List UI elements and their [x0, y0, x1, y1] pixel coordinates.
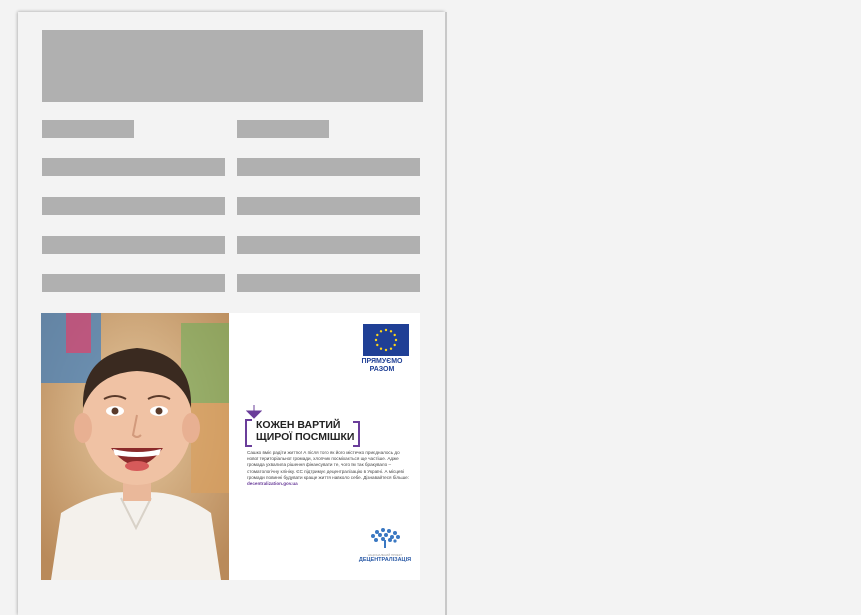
text-placeholder-col2-row1	[237, 120, 329, 138]
arrow-down-icon	[246, 405, 262, 419]
text-placeholder-col2-row5	[237, 274, 420, 292]
eu-advertisement: ПРЯМУЄМО РАЗОМ КОЖЕН ВАРТИЙ ЩИРОЇ ПОСМІШ…	[41, 313, 420, 580]
headline-line-1: КОЖЕН ВАРТИЙ	[256, 419, 341, 431]
eu-slogan: ПРЯМУЄМО РАЗОМ	[349, 358, 415, 374]
tree-logo-icon	[371, 528, 400, 548]
bracket-right-icon	[353, 421, 360, 447]
smiling-boy-illustration	[41, 313, 229, 580]
ad-body-paragraph: Сашко вміє радіти життю! А після того як…	[247, 450, 410, 480]
decentralization-logo: НАЦІОНАЛЬНИЙ ПРОЕКТ ДЕЦЕНТРАЛІЗАЦІЯ	[357, 526, 413, 564]
ad-body-text: Сашко вміє радіти життю! А після того як…	[247, 450, 412, 487]
text-placeholder-col1-row4	[42, 236, 225, 254]
text-placeholder-col1-row1	[42, 120, 134, 138]
eu-flag-icon	[363, 324, 409, 356]
text-placeholder-col1-row3	[42, 197, 225, 215]
logo-name: ДЕЦЕНТРАЛІЗАЦІЯ	[358, 557, 412, 563]
ad-headline: КОЖЕН ВАРТИЙ ЩИРОЇ ПОСМІШКИ	[250, 419, 410, 443]
text-placeholder-col2-row4	[237, 236, 420, 254]
smiling-boy-photo	[41, 313, 229, 580]
ad-website-link[interactable]: decentralization.gov.ua	[247, 481, 298, 486]
header-placeholder-block	[42, 30, 423, 102]
page-divider	[445, 12, 447, 615]
slogan-line-2: РАЗОМ	[369, 366, 395, 373]
text-placeholder-col1-row5	[42, 274, 225, 292]
text-placeholder-col1-row2	[42, 158, 225, 176]
advertisement-text-panel: ПРЯМУЄМО РАЗОМ КОЖЕН ВАРТИЙ ЩИРОЇ ПОСМІШ…	[229, 313, 420, 580]
text-placeholder-col2-row3	[237, 197, 420, 215]
slogan-line-1: ПРЯМУЄМО	[361, 358, 403, 365]
headline-line-2: ЩИРОЇ ПОСМІШКИ	[256, 431, 355, 443]
text-placeholder-col2-row2	[237, 158, 420, 176]
